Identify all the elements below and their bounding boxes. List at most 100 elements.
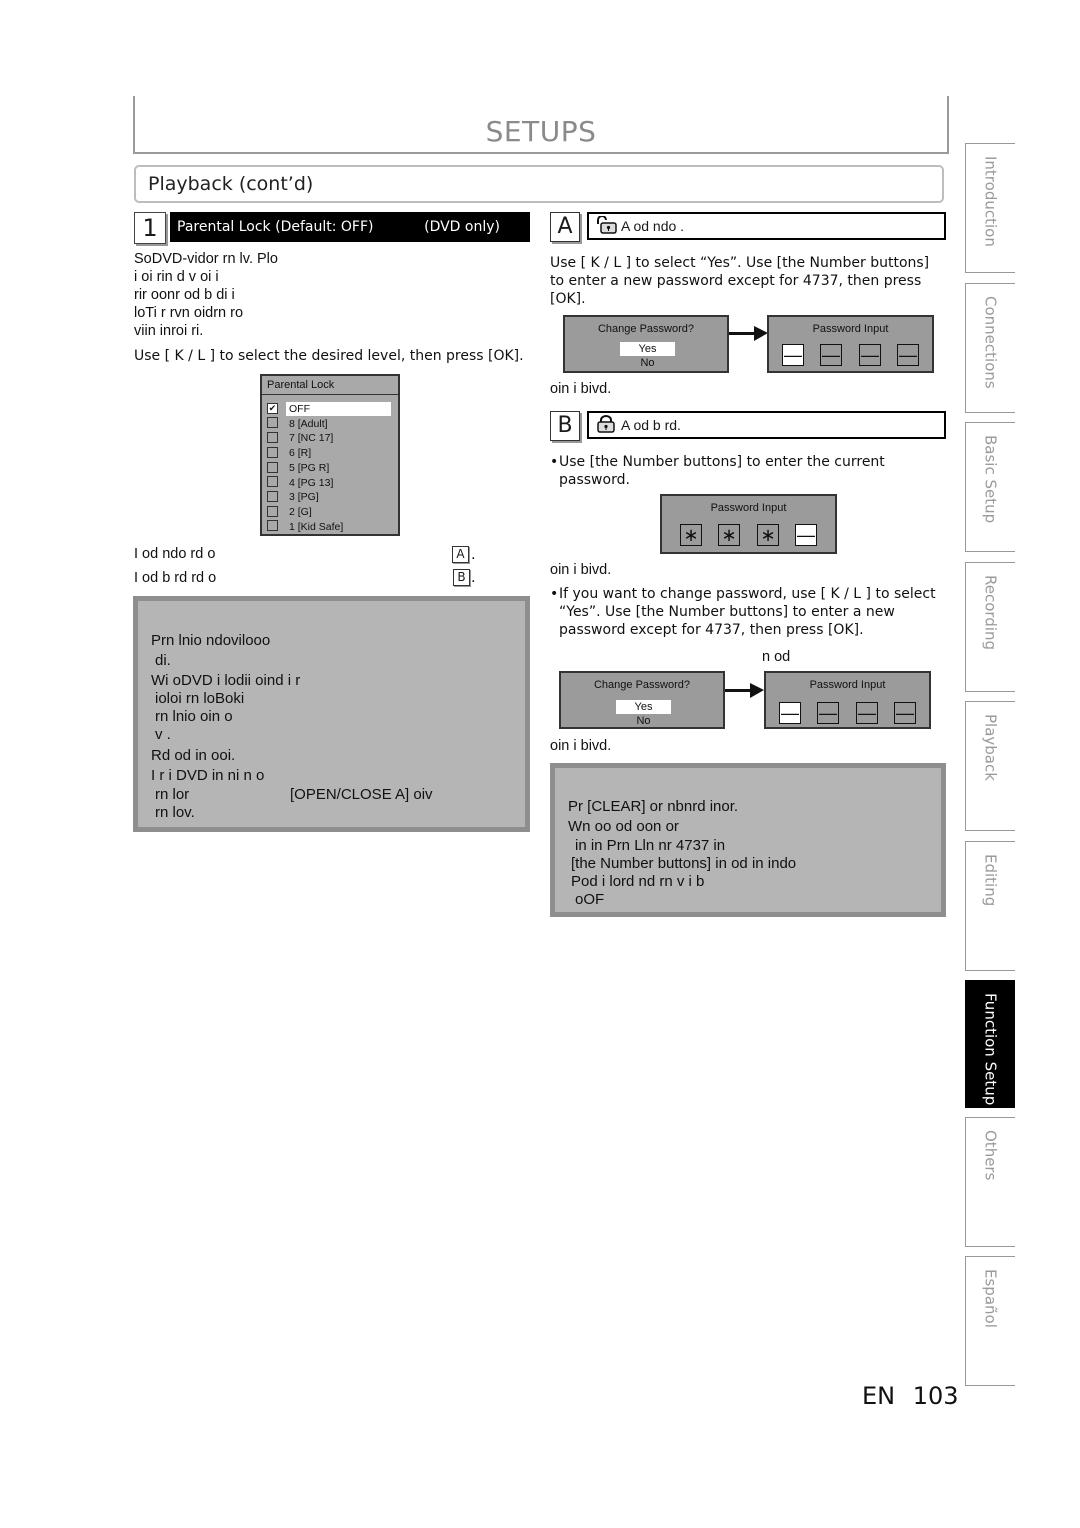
password-input-dialog: Password Input — — — — (764, 671, 931, 729)
checkbox-empty-icon[interactable] (267, 417, 278, 429)
note-line: Prn lnio ndovilooo (151, 632, 271, 649)
password-digit[interactable]: ∗ (680, 524, 702, 546)
note-line: Pod i lord nd rn v i b (571, 873, 705, 890)
note-box-right: Pr [CLEAR] or nbnrd inor. Wn oo od oon o… (550, 763, 946, 917)
parental-lock-option[interactable]: 7 [NC 17] (267, 431, 333, 445)
checkbox-empty-icon[interactable] (267, 461, 278, 473)
checkbox-empty-icon[interactable] (267, 520, 278, 532)
step1-paragraph: SoDVD-vidor rn lv. Plo i oi rin d v oi i… (134, 250, 534, 340)
side-tab-label: Function Setup (981, 993, 1000, 1106)
note-line: rn lnio oin o (155, 708, 233, 725)
side-tab-function-setup[interactable]: Function Setup (965, 980, 1015, 1108)
option-label: 7 [NC 17] (289, 432, 334, 445)
password-digit[interactable]: — (820, 344, 842, 366)
checkbox-empty-icon[interactable] (267, 432, 278, 444)
paragraph-line: SoDVD-vidor rn lv. Plo (134, 251, 278, 267)
yes-option[interactable]: Yes (620, 342, 675, 356)
option-label: 5 [PG R] (289, 461, 330, 474)
ref-b-text: I od b rd rd o (134, 570, 217, 586)
parental-lock-option[interactable]: 2 [G] (267, 505, 312, 519)
side-tab-label: Playback (981, 714, 1000, 781)
side-tab-label: Connections (981, 296, 1000, 389)
parental-lock-option[interactable]: 8 [Adult] (267, 417, 328, 431)
no-option[interactable]: No (620, 357, 675, 369)
password-digit[interactable]: — (817, 702, 839, 724)
password-digit[interactable]: — (782, 344, 804, 366)
arrow-right-icon (729, 326, 768, 341)
step-scope: (DVD only) (424, 219, 500, 235)
dialog-title: Password Input (710, 502, 787, 514)
change-password-dialog: Change Password? Yes No (563, 315, 729, 373)
bullet-text: Use [the Number buttons] to enter the cu… (559, 454, 885, 488)
section-a-title: A od ndo . (621, 218, 685, 234)
side-tab-label: Recording (981, 575, 1000, 651)
parental-lock-option[interactable]: 4 [PG 13] (267, 476, 333, 490)
paragraph-line: i oi rin d v oi i (134, 269, 219, 285)
password-digit[interactable]: — (779, 702, 801, 724)
side-tab-editing[interactable]: Editing (965, 841, 1015, 971)
note-line: [OPEN/CLOSE A] oiv (290, 786, 433, 803)
change-password-dialog: Change Password? Yes No (559, 671, 725, 729)
option-label: 6 [R] (289, 447, 312, 460)
side-tab-connections[interactable]: Connections (965, 283, 1015, 413)
note-line: v . (155, 726, 171, 743)
note-line: rn lov. (155, 804, 195, 821)
option-label: 1 [Kid Safe] (289, 520, 344, 533)
section-title: Playback (cont’d) (148, 173, 314, 195)
parental-lock-menu-title: Parental Lock (262, 376, 398, 395)
ref-b-tag: B (453, 569, 470, 586)
checkbox-empty-icon[interactable] (267, 505, 278, 517)
password-digit[interactable]: ∗ (757, 524, 779, 546)
step1-instruction: Use [ K / L ] to select the desired leve… (134, 348, 524, 364)
side-tab-basic-setup[interactable]: Basic Setup (965, 422, 1015, 552)
option-label: 4 [PG 13] (289, 476, 334, 489)
arrow-right-icon (725, 683, 764, 698)
parental-lock-option[interactable]: 6 [R] (267, 446, 311, 460)
side-tab-playback[interactable]: Playback (965, 701, 1015, 831)
bullet-text: If you want to change password, use [ K … (559, 586, 936, 638)
checkbox-empty-icon[interactable] (267, 490, 278, 502)
checkbox-checked-icon[interactable]: ✔ (267, 402, 278, 414)
period: . (471, 547, 476, 563)
yes-option[interactable]: Yes (616, 700, 671, 714)
option-label: 8 [Adult] (289, 417, 328, 430)
parental-lock-option[interactable]: 5 [PG R] (267, 461, 329, 475)
checkbox-empty-icon[interactable] (267, 446, 278, 458)
section-b-bullet-1: • Use [the Number buttons] to enter the … (550, 453, 940, 489)
password-digit[interactable]: — (859, 344, 881, 366)
password-digit[interactable]: — (856, 702, 878, 724)
period: . (471, 570, 476, 586)
locked-padlock-icon (595, 415, 617, 434)
step-number: 1 (134, 212, 166, 244)
side-tab-introduction[interactable]: Introduction (965, 143, 1015, 273)
option-label: 3 [PG] (289, 491, 319, 504)
note-line: di. (155, 652, 171, 669)
side-tab-label: Others (981, 1130, 1000, 1181)
password-digit[interactable]: — (795, 524, 817, 546)
password-input-dialog: Password Input — — — — (767, 315, 934, 373)
side-tab-others[interactable]: Others (965, 1117, 1015, 1247)
checkbox-empty-icon[interactable] (267, 476, 278, 488)
page-number-value: 103 (912, 1382, 959, 1410)
dialog-title: Change Password? (593, 679, 690, 691)
parental-lock-option[interactable]: 1 [Kid Safe] (267, 520, 343, 534)
password-digit[interactable]: — (894, 702, 916, 724)
dialog-title: Password Input (812, 323, 889, 335)
side-tab-recording[interactable]: Recording (965, 562, 1015, 692)
side-tab-label: Editing (981, 854, 1000, 907)
parental-lock-option[interactable]: ✔ OFF (267, 402, 391, 416)
unlocked-padlock-icon (595, 215, 617, 235)
password-digit[interactable]: — (897, 344, 919, 366)
password-digit[interactable]: ∗ (718, 524, 740, 546)
side-tab-label: Introduction (981, 156, 1000, 247)
no-option[interactable]: No (616, 715, 671, 727)
section-bar: Playback (cont’d) (134, 165, 944, 203)
section-b-result-1: oin i bivd. (550, 562, 612, 578)
side-tab-label: Basic Setup (981, 435, 1000, 524)
side-tab-espa-ol[interactable]: Español (965, 1256, 1015, 1386)
parental-lock-option[interactable]: 3 [PG] (267, 490, 319, 504)
note-line: [the Number buttons] in od in indo (571, 855, 797, 872)
note-line: ioloi rn loBoki (155, 690, 245, 707)
note-line: rn lor (155, 786, 190, 803)
section-b-bullet-2: • If you want to change password, use [ … (550, 585, 945, 639)
